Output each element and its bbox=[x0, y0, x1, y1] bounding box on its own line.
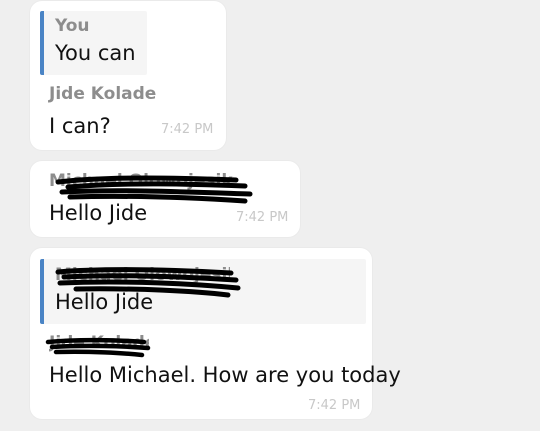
redaction-scribble bbox=[55, 267, 241, 298]
message-bubble[interactable]: Michael Olowojesiku Hello Jide 7:42 PM bbox=[30, 161, 300, 237]
message-timestamp: 7:42 PM bbox=[161, 122, 214, 137]
message-text: Hello Michael. How are you today bbox=[49, 363, 401, 387]
message-text: Hello Jide bbox=[49, 201, 148, 225]
message-timestamp: 7:42 PM bbox=[308, 398, 361, 413]
message-bubble[interactable]: Michael Olowojesiku Hello Jide Jide Kola… bbox=[30, 248, 401, 419]
reply-quote[interactable]: You You can bbox=[40, 11, 147, 75]
message-sender: Jide Kolade bbox=[49, 84, 157, 104]
reply-quote-sender: You bbox=[55, 16, 90, 36]
message-bubble[interactable]: You You can Jide Kolade I can? 7:42 PM bbox=[30, 1, 226, 150]
reply-quote-text: You can bbox=[55, 41, 136, 65]
message-text: I can? bbox=[49, 114, 111, 138]
message-timestamp: 7:42 PM bbox=[236, 210, 289, 225]
redaction-scribble bbox=[45, 337, 151, 358]
